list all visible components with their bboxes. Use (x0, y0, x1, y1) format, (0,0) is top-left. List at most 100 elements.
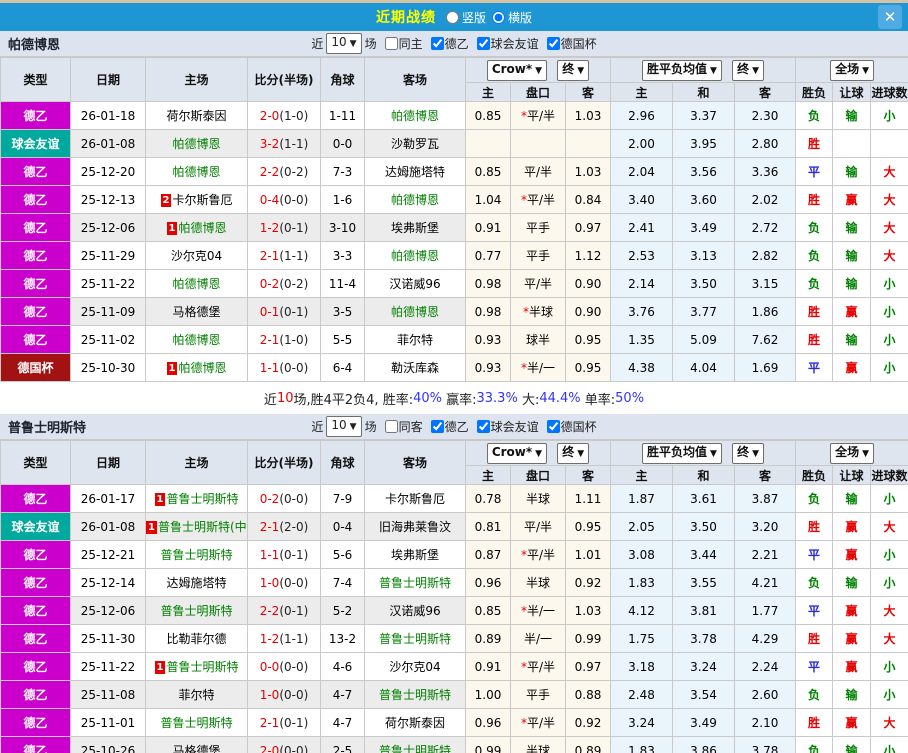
home-team-name: 帕德博恩 (172, 165, 221, 179)
avg-select[interactable]: 胜平负均值 ▼ (642, 59, 722, 81)
layout-vertical-option[interactable]: 竖版 (445, 9, 486, 26)
cell-goals-result: 小 (870, 269, 908, 298)
scope-select[interactable]: 全场 ▼ (830, 59, 875, 81)
halftime-score: (0-0) (279, 360, 309, 375)
cell-corner: 1-11 (320, 101, 365, 130)
cell-avg: 3.49 (672, 213, 736, 242)
cell-league: 德乙 (0, 680, 71, 709)
cell-avg: 1.75 (610, 624, 674, 653)
odds-final-select[interactable]: 终 ▼ (557, 59, 590, 81)
filter-2-checkbox[interactable] (546, 419, 560, 433)
cell-handicap: *平/半 (510, 652, 566, 681)
same-venue-checkbox[interactable] (384, 420, 398, 433)
cell-goals-result: 大 (870, 157, 908, 186)
sub-header: 让球 (832, 82, 872, 102)
odds-company-select[interactable]: Crow* ▼ (486, 442, 548, 464)
team-section: 帕德博恩 近 10 ▼ 场 同主 德乙 球会友谊 德国杯 类型 日期 主场 比分… (0, 31, 908, 414)
cell-date: 25-11-30 (70, 624, 146, 653)
filter-1[interactable]: 球会友谊 (471, 35, 539, 52)
away-team-name: 沙勒罗瓦 (390, 137, 439, 151)
fulltime-score: 2-1 (259, 715, 280, 730)
avg-final-select[interactable]: 终 ▼ (732, 59, 765, 81)
cell-away-team: 勒沃库森 (364, 353, 466, 382)
cell-score: 1-1(0-0) (247, 353, 321, 382)
cell-odds: 0.95 (564, 325, 612, 354)
home-team-name: 帕德博恩 (172, 277, 221, 291)
cell-odds: 0.87 (465, 540, 511, 569)
close-button[interactable]: ✕ (878, 5, 902, 29)
layout-horizontal-option[interactable]: 横版 (492, 9, 532, 26)
match-count-select[interactable]: 10 ▼ (326, 416, 362, 437)
cell-result: 胜 (795, 512, 834, 541)
cell-handicap: 半球 (510, 736, 566, 753)
cell-date: 25-11-08 (70, 680, 146, 709)
results-tbody: 德乙 26-01-18 荷尔斯泰因 2-0(1-0) 1-11 帕德博恩 0.85 *平/半 1… (0, 101, 908, 382)
avg-header-cell: 胜平负均值 ▼ 终 ▼ (610, 57, 797, 83)
cell-handicap: 平/半 (510, 157, 566, 186)
cell-result: 平 (795, 157, 834, 186)
sub-header: 客 (734, 465, 797, 485)
cell-goals-result: 小 (870, 652, 908, 681)
col-header-home: 主场 (145, 57, 248, 102)
cell-away-team: 埃弗斯堡 (364, 213, 466, 242)
cell-handicap-result: 输 (832, 736, 872, 753)
table-row: 德乙 25-11-01 普鲁士明斯特 2-1(0-1) 4-7 荷尔斯泰因 0.96 *平/半… (0, 708, 908, 737)
cell-league: 德乙 (0, 568, 71, 597)
match-count-select[interactable]: 10 ▼ (326, 33, 362, 54)
fulltime-score: 2-1 (259, 332, 280, 347)
cell-away-team: 帕德博恩 (364, 297, 466, 326)
filter-1[interactable]: 球会友谊 (471, 418, 539, 435)
scope-select[interactable]: 全场 ▼ (830, 442, 875, 464)
cell-handicap (510, 129, 566, 158)
filter-2[interactable]: 德国杯 (541, 35, 597, 52)
same-venue-filter[interactable]: 同主 (379, 35, 423, 52)
avg-final-select[interactable]: 终 ▼ (732, 442, 765, 464)
cell-avg: 4.38 (610, 353, 674, 382)
filter-1-checkbox[interactable] (476, 36, 490, 50)
cell-away-team: 旧海弗莱鲁汶 (364, 512, 466, 541)
cell-result: 负 (795, 213, 834, 242)
sub-header: 盘口 (510, 465, 566, 485)
home-team-name: 普鲁士明斯特 (160, 548, 233, 562)
cell-odds: 0.95 (564, 512, 612, 541)
filter-0-checkbox[interactable] (430, 36, 444, 50)
cell-date: 25-11-29 (70, 241, 146, 270)
horizontal-radio[interactable] (492, 10, 505, 24)
halftime-score: (1-0) (279, 108, 309, 123)
odds-company-select[interactable]: Crow* ▼ (486, 59, 548, 81)
chevron-down-icon: ▼ (349, 422, 357, 432)
cell-away-team: 汉诺威96 (364, 269, 466, 298)
same-venue-checkbox[interactable] (384, 37, 398, 50)
table-row: 德乙 25-10-26 马格德堡 2-0(0-0) 2-5 普鲁士明斯特 0.99 半球 0.8… (0, 736, 908, 753)
cell-avg: 2.96 (610, 101, 674, 130)
cell-odds: 1.03 (564, 596, 612, 625)
cell-avg: 3.40 (610, 185, 674, 214)
cell-away-team: 普鲁士明斯特 (364, 624, 466, 653)
cell-league: 德乙 (0, 157, 71, 186)
col-header-corner: 角球 (320, 440, 365, 485)
table-row: 德乙 25-12-20 帕德博恩 2-2(0-2) 7-3 达姆施塔特 0.85 平/半 1.0… (0, 157, 908, 186)
cell-handicap-result: 输 (832, 568, 872, 597)
filter-2-checkbox[interactable] (546, 36, 560, 50)
cell-away-team: 普鲁士明斯特 (364, 736, 466, 753)
filter-0[interactable]: 德乙 (425, 35, 469, 52)
cell-avg: 3.78 (672, 624, 736, 653)
chevron-down-icon: ▼ (752, 448, 760, 459)
sub-header: 和 (672, 465, 736, 485)
cell-date: 25-10-30 (70, 353, 146, 382)
table-row: 德乙 25-11-22 1 普鲁士明斯特 0-0(0-0) 4-6 沙尔克04 0.91 *平/… (0, 652, 908, 681)
filter-1-checkbox[interactable] (476, 419, 490, 433)
filter-2[interactable]: 德国杯 (541, 418, 597, 435)
avg-select[interactable]: 胜平负均值 ▼ (642, 442, 722, 464)
filter-0[interactable]: 德乙 (425, 418, 469, 435)
vertical-radio[interactable] (445, 10, 459, 24)
cell-score: 1-2(0-1) (247, 213, 321, 242)
cell-result: 负 (795, 484, 834, 513)
filter-0-checkbox[interactable] (430, 419, 444, 433)
near-label: 近 (311, 37, 324, 51)
cell-handicap-result: 输 (832, 484, 872, 513)
odds-final-select[interactable]: 终 ▼ (557, 442, 590, 464)
handicap-text: 平/半 (526, 716, 556, 730)
col-header-date: 日期 (70, 440, 146, 485)
same-venue-filter[interactable]: 同客 (379, 418, 423, 435)
